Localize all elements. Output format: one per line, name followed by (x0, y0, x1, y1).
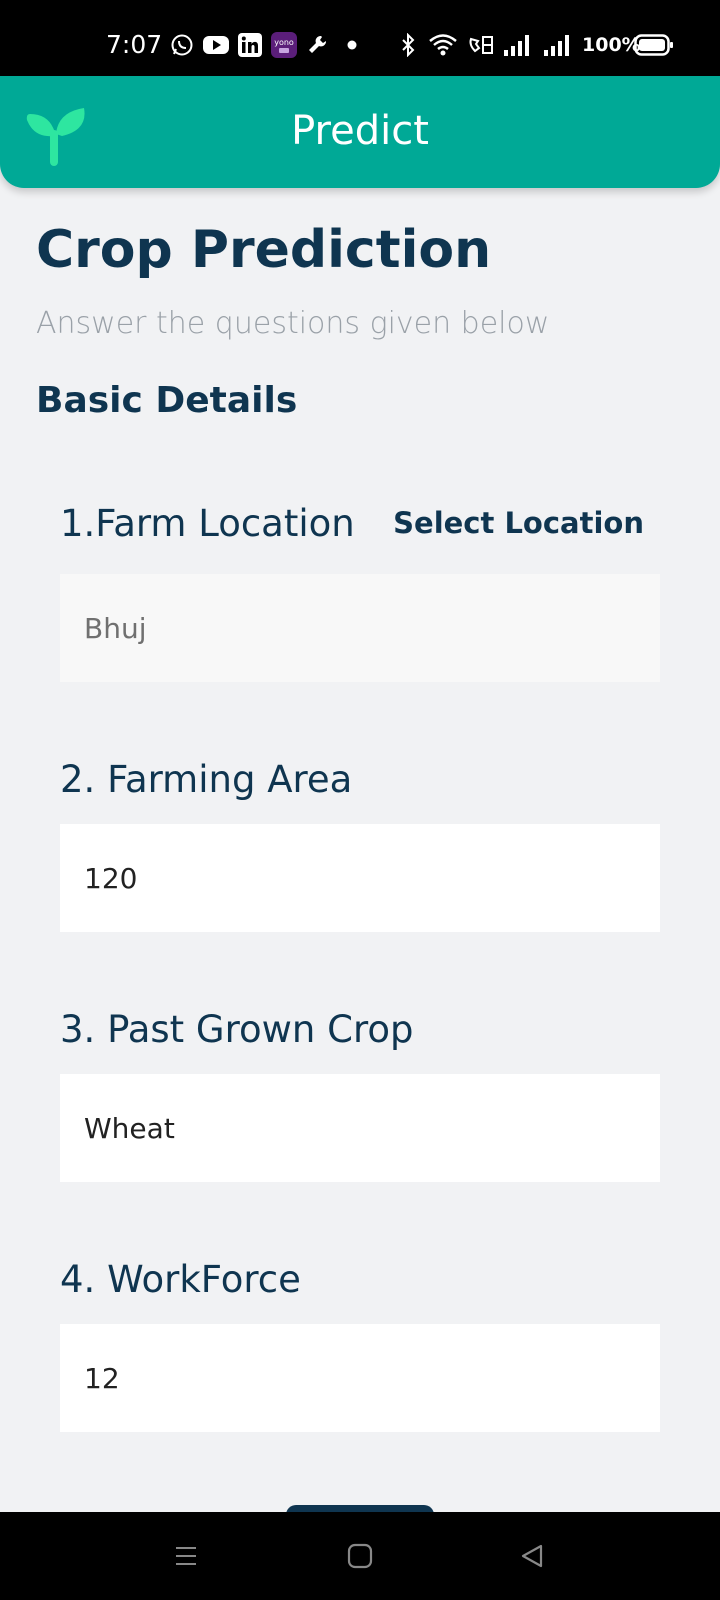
battery-icon (634, 30, 674, 60)
svg-text:yono: yono (274, 38, 294, 47)
past-grown-crop-field[interactable] (60, 1074, 660, 1182)
back-icon[interactable] (508, 1534, 556, 1578)
wrench-icon (304, 30, 332, 60)
linkedin-icon (236, 30, 264, 60)
page-subtitle: Answer the questions given below (36, 306, 550, 341)
whatsapp-icon (168, 30, 196, 60)
question-label-workforce: 4. WorkForce (60, 1258, 301, 1301)
workforce-field[interactable] (60, 1324, 660, 1432)
question-label-farm-location: 1.Farm Location (60, 502, 355, 545)
battery-level: 100% (582, 34, 641, 56)
farming-area-field[interactable] (60, 824, 660, 932)
youtube-icon (202, 30, 230, 60)
bluetooth-icon (398, 30, 418, 60)
question-label-farming-area: 2. Farming Area (60, 758, 353, 801)
page-title: Crop Prediction (36, 220, 492, 280)
home-icon[interactable] (336, 1534, 384, 1578)
app-bar-title: Predict (291, 108, 429, 154)
volte-icon (466, 30, 496, 60)
recent-apps-icon[interactable] (162, 1534, 210, 1578)
status-bar: 7:07 yono 100% (0, 0, 720, 76)
app-bar: Predict (0, 76, 720, 188)
status-time: 7:07 (106, 30, 163, 59)
system-nav-bar (0, 1512, 720, 1600)
question-label-past-grown-crop: 3. Past Grown Crop (60, 1008, 414, 1051)
yono-sbi-icon: yono (270, 30, 298, 60)
section-heading: Basic Details (36, 380, 298, 421)
farm-location-field[interactable] (60, 574, 660, 682)
select-location-button[interactable]: Select Location (393, 506, 644, 540)
signal-icon (542, 30, 572, 60)
signal-icon (502, 30, 532, 60)
wifi-icon (426, 30, 460, 60)
dot-icon (344, 30, 360, 60)
